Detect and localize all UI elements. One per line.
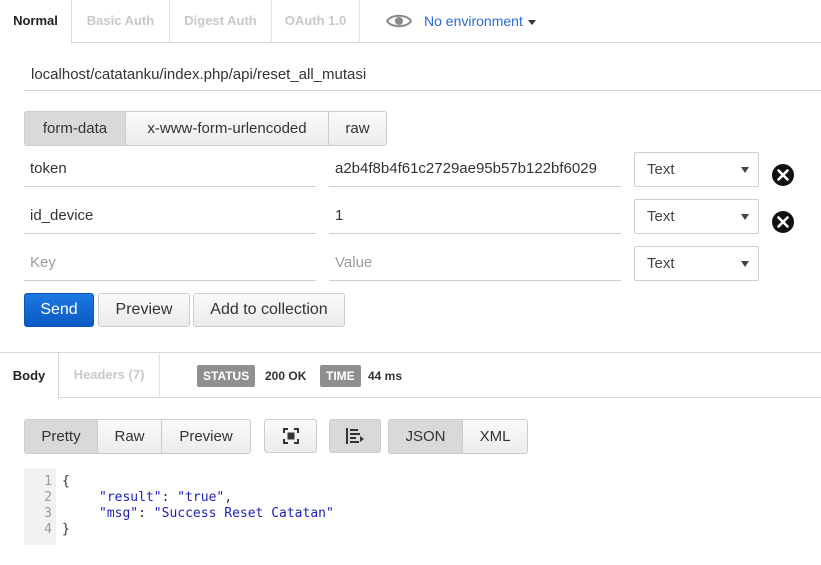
new-param-key-input[interactable]: Key <box>24 245 316 281</box>
tab-form-data[interactable]: form-data <box>25 112 126 145</box>
eye-icon <box>386 14 412 28</box>
preview-button[interactable]: Preview <box>98 293 190 327</box>
param-value-input[interactable]: a2b4f8b4f61c2729ae95b57b122bf6029 <box>329 151 621 187</box>
status-badge: STATUS <box>197 365 256 387</box>
param-type-value: Text <box>647 255 675 272</box>
json-value: "Success Reset Catatan" <box>153 506 334 521</box>
param-key-value: token <box>30 160 67 177</box>
param-type-select[interactable]: Text <box>634 152 759 187</box>
tab-preview-view[interactable]: Preview <box>162 420 250 453</box>
param-type-value: Text <box>647 208 675 225</box>
status-value: 200 OK <box>265 369 307 383</box>
line-number: 3 <box>44 506 52 521</box>
tab-basic-auth[interactable]: Basic Auth <box>72 0 170 43</box>
param-key-input[interactable]: token <box>24 151 316 187</box>
json-separator: : <box>138 506 154 521</box>
remove-param-icon[interactable] <box>771 210 795 234</box>
add-to-collection-button[interactable]: Add to collection <box>193 293 345 327</box>
view-mode-tabs: Pretty Raw Preview <box>24 419 251 454</box>
environment-selector[interactable]: No environment <box>386 0 536 42</box>
key-placeholder: Key <box>30 254 56 271</box>
time-badge: TIME <box>320 365 361 387</box>
json-key: "result" <box>99 490 162 505</box>
url-value: localhost/catatanku/index.php/api/reset_… <box>31 66 367 83</box>
param-value-text: a2b4f8b4f61c2729ae95b57b122bf6029 <box>335 160 597 177</box>
send-button[interactable]: Send <box>24 293 94 327</box>
body-mode-tabs: form-data x-www-form-urlencoded raw <box>24 111 387 146</box>
param-type-select[interactable]: Text <box>634 199 759 234</box>
tab-normal[interactable]: Normal <box>0 0 72 44</box>
tab-urlencoded[interactable]: x-www-form-urlencoded <box>126 112 329 145</box>
remove-param-icon[interactable] <box>771 163 795 187</box>
new-param-type-select[interactable]: Text <box>634 246 759 281</box>
line-number: 4 <box>44 522 52 537</box>
time-value: 44 ms <box>368 369 403 383</box>
auth-tabs: Normal Basic Auth Digest Auth OAuth 1.0 … <box>0 0 821 44</box>
wrap-lines-button[interactable] <box>329 419 381 453</box>
environment-label: No environment <box>424 13 523 29</box>
json-comma: , <box>224 490 233 505</box>
chevron-down-icon <box>741 167 749 173</box>
param-type-value: Text <box>647 161 675 178</box>
param-value-text: 1 <box>335 207 344 224</box>
param-key-input[interactable]: id_device <box>24 198 316 234</box>
response-bar: Body Headers (7) STATUS 200 OK TIME 44 m… <box>0 352 821 399</box>
tab-body[interactable]: Body <box>0 352 59 399</box>
tab-raw-view[interactable]: Raw <box>98 420 162 453</box>
json-separator: : <box>161 490 178 505</box>
tab-headers[interactable]: Headers (7) <box>59 352 160 398</box>
code-line-result: "result": "true", <box>99 490 232 506</box>
json-value: "true" <box>177 490 225 505</box>
tab-json[interactable]: JSON <box>389 420 463 453</box>
code-close-brace: } <box>62 522 70 537</box>
chevron-down-icon <box>741 261 749 267</box>
fullscreen-icon <box>282 428 299 444</box>
code-open-brace: { <box>62 474 70 489</box>
line-number: 1 <box>44 474 52 489</box>
format-tabs: JSON XML <box>388 419 528 454</box>
tab-pretty[interactable]: Pretty <box>25 420 98 453</box>
tab-xml[interactable]: XML <box>463 420 527 453</box>
param-key-value: id_device <box>30 207 94 224</box>
param-value-input[interactable]: 1 <box>329 198 621 234</box>
fullscreen-button[interactable] <box>264 419 317 453</box>
line-number: 2 <box>44 490 52 505</box>
tab-digest-auth[interactable]: Digest Auth <box>170 0 272 43</box>
json-key: "msg" <box>99 506 139 521</box>
tab-oauth[interactable]: OAuth 1.0 <box>272 0 360 43</box>
tab-raw[interactable]: raw <box>329 112 386 145</box>
chevron-down-icon <box>527 19 536 25</box>
wrap-lines-icon <box>346 428 364 444</box>
code-line-msg: "msg": "Success Reset Catatan" <box>99 506 334 522</box>
new-param-value-input[interactable]: Value <box>329 245 621 281</box>
url-input[interactable]: localhost/catatanku/index.php/api/reset_… <box>24 57 821 91</box>
chevron-down-icon <box>741 214 749 220</box>
value-placeholder: Value <box>335 254 373 271</box>
